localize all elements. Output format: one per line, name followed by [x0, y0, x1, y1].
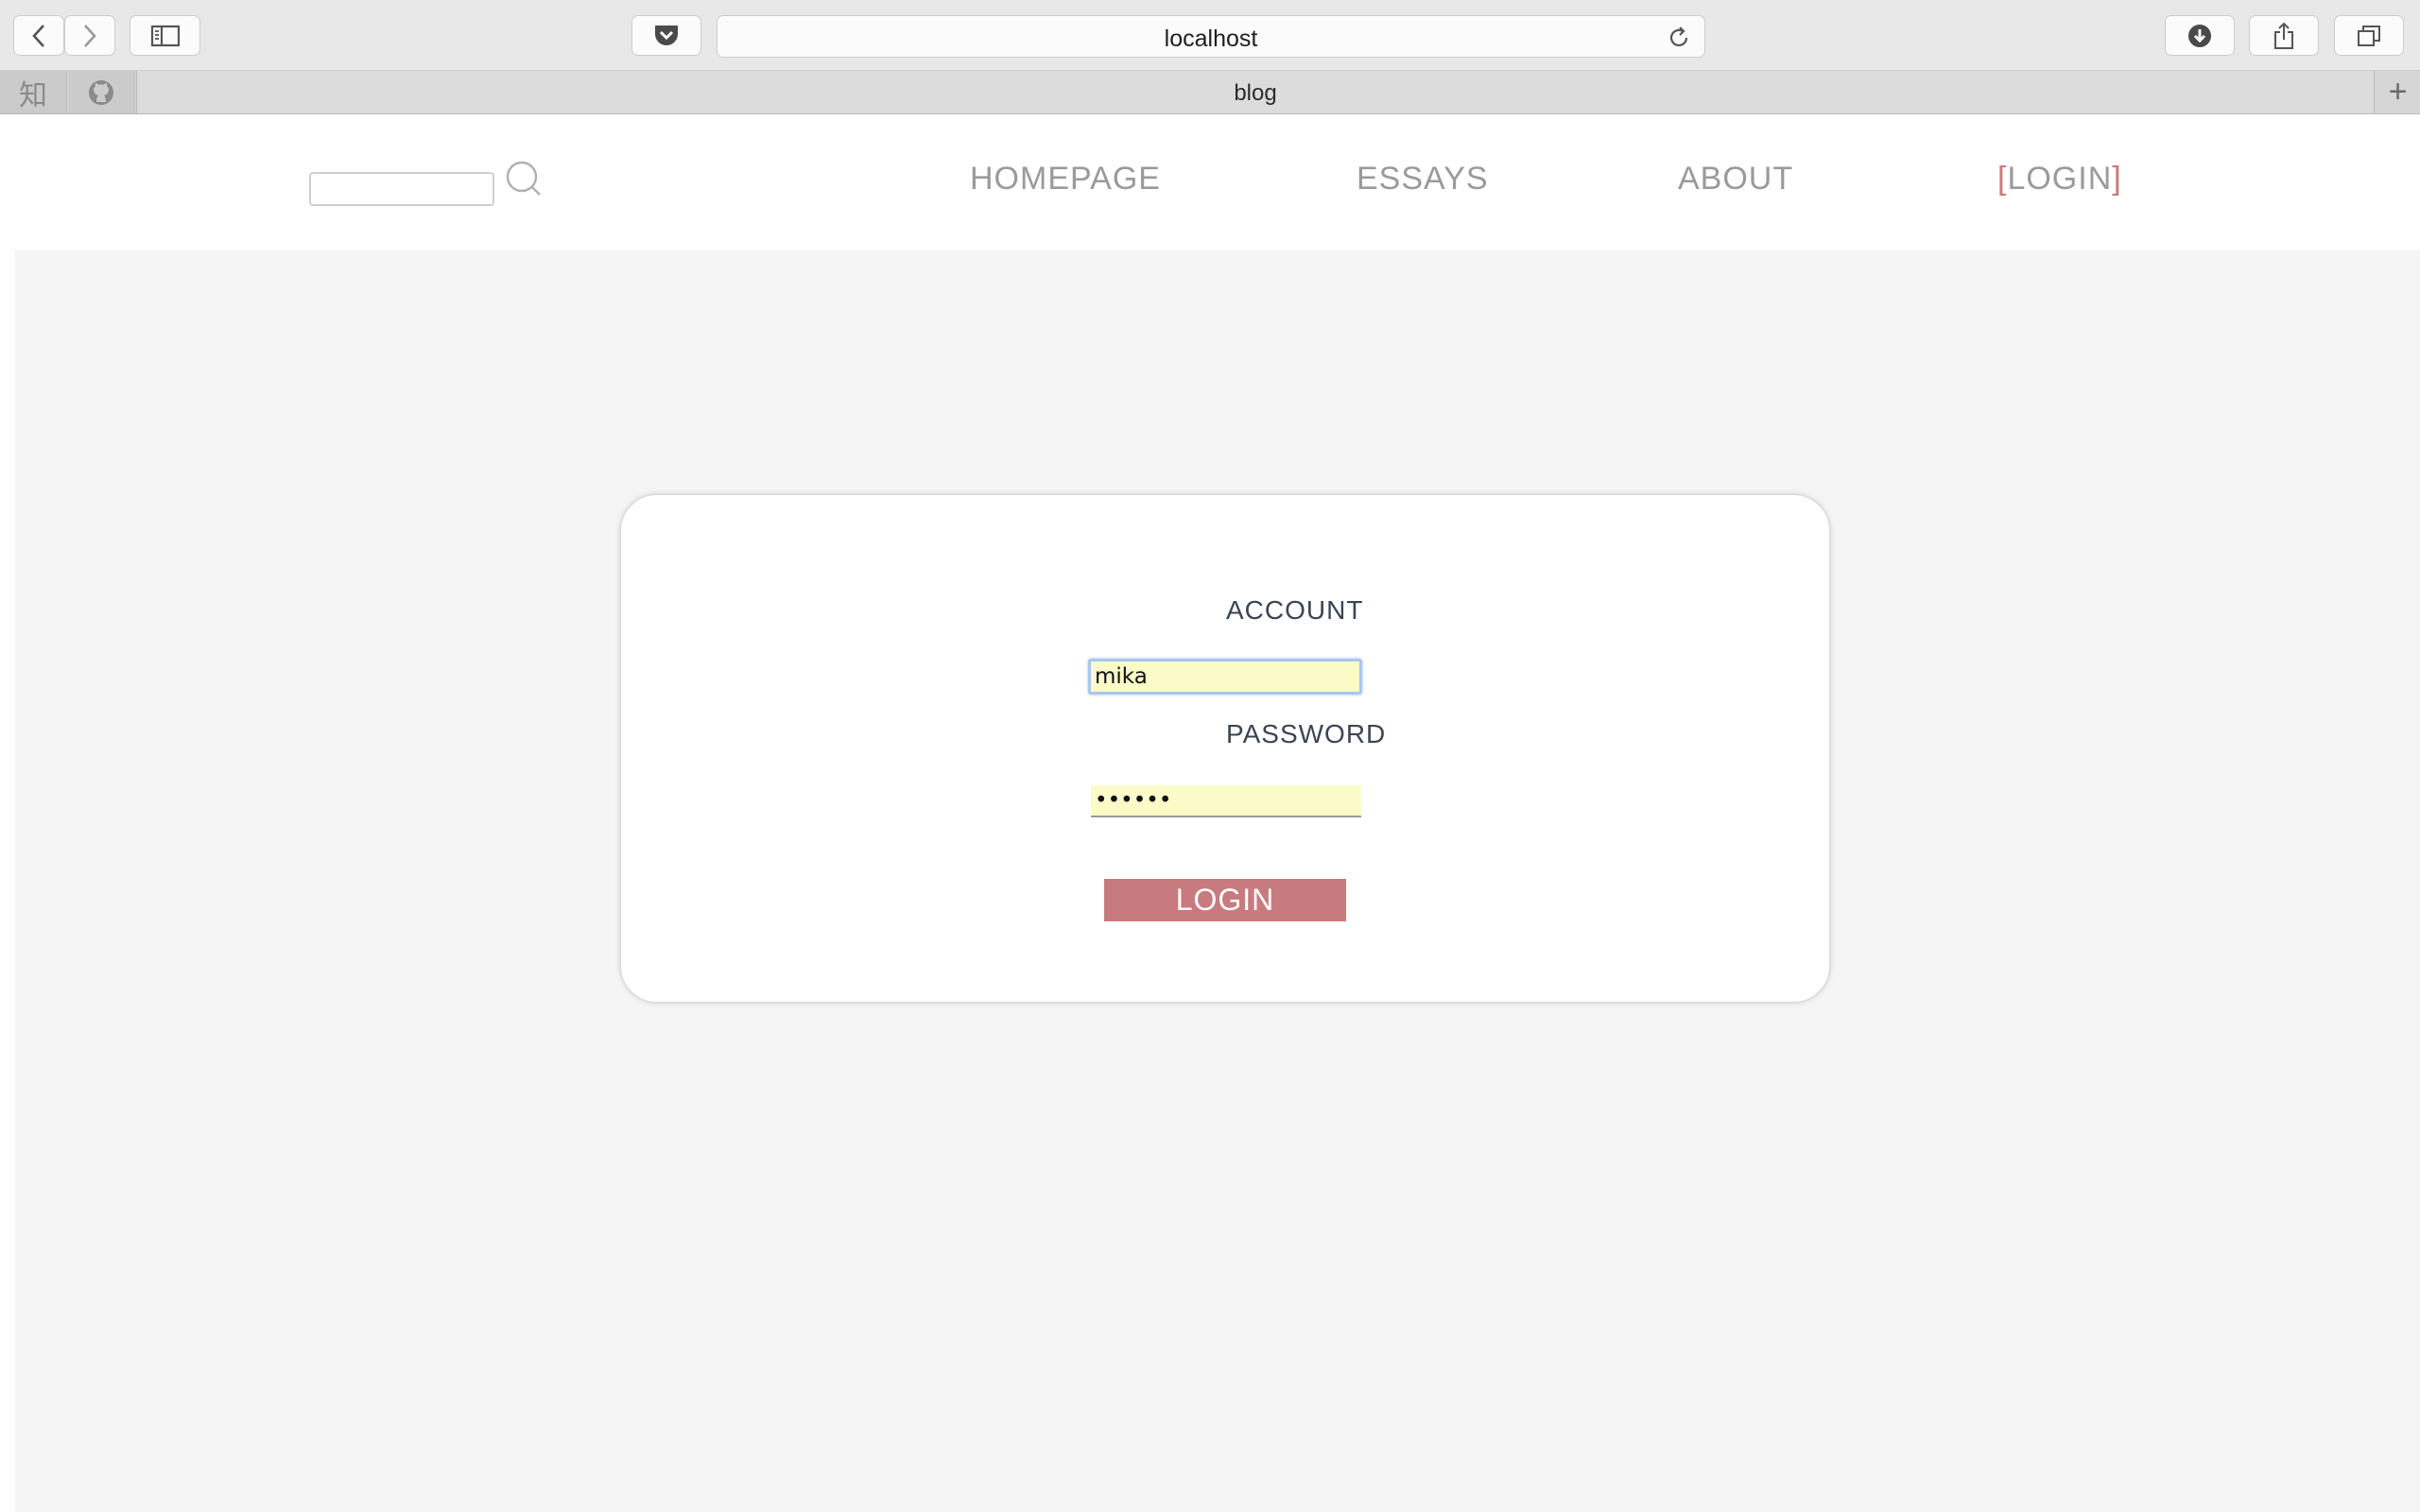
address-bar[interactable]: localhost	[717, 15, 1705, 58]
pinned-tab-github[interactable]	[68, 71, 135, 113]
sidebar-icon	[150, 25, 180, 46]
downloads-button[interactable]	[2165, 15, 2235, 56]
page-left-edge	[0, 250, 15, 1512]
share-icon	[2274, 22, 2293, 49]
zhihu-icon: 知	[19, 78, 47, 112]
login-bracket-close: ]	[2112, 161, 2122, 197]
github-icon	[89, 79, 113, 105]
password-label: PASSWORD	[1226, 719, 1387, 748]
search-input[interactable]	[309, 172, 494, 206]
plus-icon: +	[2388, 74, 2408, 110]
nav-login-label: LOGIN	[2007, 161, 2113, 197]
nav-essays[interactable]: ESSAYS	[1357, 161, 1489, 198]
login-card: ACCOUNT PASSWORD LOGIN	[619, 493, 1831, 1004]
tab-bar: 知 blog +	[0, 71, 2420, 114]
chevron-left-icon	[32, 24, 44, 47]
login-bracket-open: [	[1997, 161, 2008, 197]
tab-title: blog	[1234, 80, 1277, 106]
download-icon	[2188, 24, 2211, 47]
tabs-icon	[2358, 25, 2380, 46]
search-icon[interactable]	[502, 159, 544, 200]
pocket-icon	[655, 25, 678, 45]
new-tab-button[interactable]: +	[2376, 71, 2420, 113]
url-text: localhost	[1164, 26, 1258, 52]
account-input[interactable]	[1088, 659, 1362, 695]
back-button[interactable]	[13, 15, 64, 56]
nav-login[interactable]: [LOGIN]	[1997, 161, 2122, 198]
site-header: HOMEPAGE ESSAYS ABOUT [LOGIN]	[0, 115, 2420, 250]
nav-about[interactable]: ABOUT	[1678, 161, 1793, 198]
chevron-right-icon	[84, 24, 96, 47]
tab-blog[interactable]: blog	[136, 71, 2375, 113]
pocket-button[interactable]	[631, 15, 701, 56]
sidebar-button[interactable]	[130, 15, 200, 56]
forward-button[interactable]	[64, 15, 115, 56]
login-button[interactable]: LOGIN	[1104, 879, 1346, 921]
reload-icon[interactable]	[1667, 26, 1691, 50]
pinned-tab-zhihu[interactable]: 知	[0, 71, 67, 113]
browser-toolbar: localhost	[0, 0, 2420, 71]
account-label: ACCOUNT	[1226, 595, 1364, 625]
password-input[interactable]	[1091, 785, 1361, 817]
share-button[interactable]	[2249, 15, 2319, 56]
tabs-overview-button[interactable]	[2334, 15, 2404, 56]
nav-homepage[interactable]: HOMEPAGE	[970, 161, 1161, 198]
